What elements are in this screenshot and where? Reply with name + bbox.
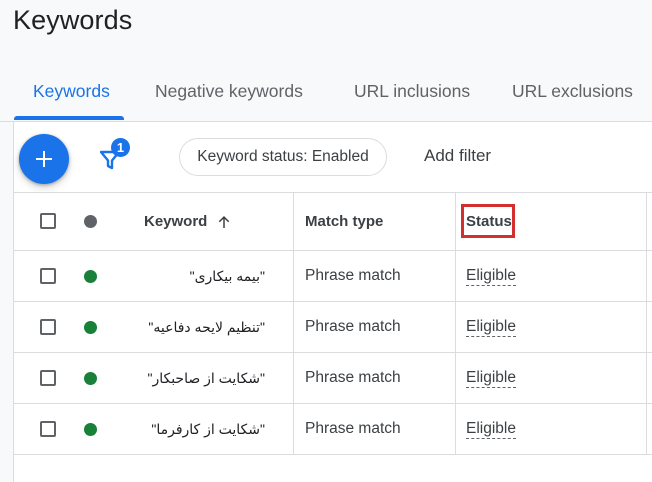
tab-negative-keywords[interactable]: Negative keywords [155, 70, 303, 122]
keyword-header-label: Keyword [144, 213, 208, 230]
active-tab-indicator [14, 116, 124, 120]
match-type-header-label: Match type [305, 213, 384, 230]
column-divider [455, 353, 456, 403]
keyword-cell[interactable]: "بیمه بیکاری" [190, 251, 265, 301]
status-dot-icon [84, 215, 97, 228]
match-type-text: Phrase match [305, 369, 401, 386]
column-divider [646, 353, 647, 403]
add-filter-button[interactable]: Add filter [424, 146, 491, 166]
tab-url-inclusions[interactable]: URL inclusions [354, 70, 470, 122]
plus-icon [36, 151, 52, 167]
column-divider [293, 193, 294, 250]
keyword-cell[interactable]: "شکایت از کارفرما" [151, 404, 265, 454]
match-type-cell[interactable]: Phrase match [305, 353, 401, 403]
status-text[interactable]: Eligible [466, 318, 516, 337]
column-divider [293, 302, 294, 352]
column-divider [455, 193, 456, 250]
column-divider [293, 404, 294, 454]
table-row: "تنظیم لایحه دفاعیه" Phrase match Eligib… [14, 302, 652, 353]
match-type-text: Phrase match [305, 267, 401, 284]
status-cell: Eligible [466, 251, 516, 301]
enabled-status-dot [84, 423, 97, 436]
row-checkbox[interactable] [40, 370, 56, 386]
status-text[interactable]: Eligible [466, 369, 516, 388]
column-divider [455, 404, 456, 454]
enabled-status-dot [84, 321, 97, 334]
keyword-text: "شکایت از کارفرما" [151, 420, 265, 437]
keyword-cell[interactable]: "شکایت از صاحبکار" [147, 353, 265, 403]
keyword-text: "شکایت از صاحبکار" [147, 369, 265, 386]
table-row: "بیمه بیکاری" Phrase match Eligible [14, 251, 652, 302]
tab-bar: Keywords Negative keywords URL inclusion… [0, 70, 652, 122]
row-checkbox[interactable] [40, 268, 56, 284]
column-divider [646, 302, 647, 352]
enabled-status-dot [84, 372, 97, 385]
status-cell: Eligible [466, 353, 516, 403]
keywords-panel: 1 Keyword status: Enabled Add filter Key… [13, 122, 652, 482]
column-divider [646, 404, 647, 454]
keyword-status-filter-chip[interactable]: Keyword status: Enabled [179, 138, 387, 176]
match-type-text: Phrase match [305, 318, 401, 335]
keyword-text: "بیمه بیکاری" [189, 267, 265, 284]
column-divider [455, 251, 456, 301]
match-type-cell[interactable]: Phrase match [305, 302, 401, 352]
column-divider [646, 251, 647, 301]
match-type-text: Phrase match [305, 420, 401, 437]
table-header-row: Keyword Match type Status [14, 193, 652, 251]
column-divider [455, 302, 456, 352]
keyword-cell[interactable]: "تنظیم لایحه دفاعیه" [148, 302, 265, 352]
arrow-up-icon [219, 215, 230, 228]
keyword-column-header[interactable]: Keyword [144, 193, 233, 250]
table-row: "شکایت از کارفرما" Phrase match Eligible [14, 404, 652, 455]
filter-count-badge: 1 [111, 138, 130, 157]
keywords-table: Keyword Match type Status "بیمه بیکاری" [14, 193, 652, 455]
page-title: Keywords [13, 5, 133, 35]
status-text[interactable]: Eligible [466, 420, 516, 439]
tab-keywords[interactable]: Keywords [33, 70, 110, 122]
status-cell: Eligible [466, 404, 516, 454]
column-divider [293, 353, 294, 403]
select-all-checkbox[interactable] [40, 213, 56, 229]
column-divider [646, 193, 647, 250]
status-cell: Eligible [466, 302, 516, 352]
table-row: "شکایت از صاحبکار" Phrase match Eligible [14, 353, 652, 404]
match-type-cell[interactable]: Phrase match [305, 251, 401, 301]
column-divider [293, 251, 294, 301]
keyword-text: "تنظیم لایحه دفاعیه" [148, 318, 265, 335]
match-type-cell[interactable]: Phrase match [305, 404, 401, 454]
status-text[interactable]: Eligible [466, 267, 516, 286]
match-type-column-header[interactable]: Match type [305, 193, 383, 250]
tab-url-exclusions[interactable]: URL exclusions [512, 70, 633, 122]
status-highlight-box [461, 204, 515, 238]
add-keyword-button[interactable] [19, 134, 69, 184]
row-checkbox[interactable] [40, 421, 56, 437]
row-checkbox[interactable] [40, 319, 56, 335]
enabled-status-dot [84, 270, 97, 283]
